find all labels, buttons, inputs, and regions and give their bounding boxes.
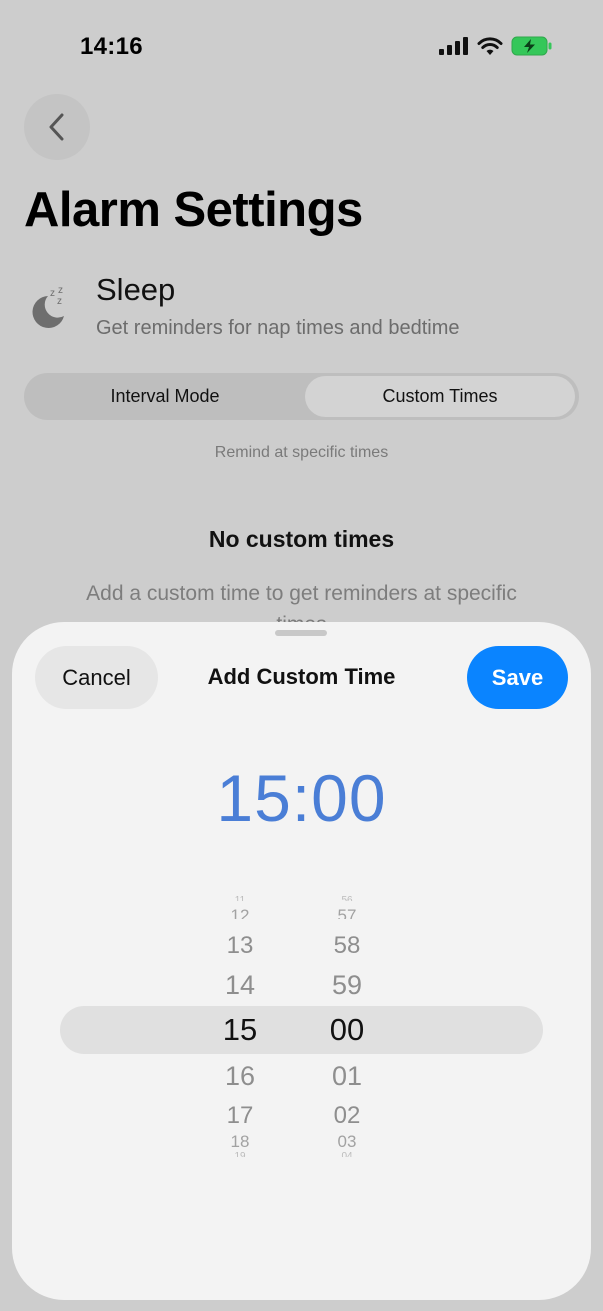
minute-option[interactable]: 04 xyxy=(317,1151,377,1157)
wifi-icon xyxy=(477,36,503,55)
hour-option[interactable]: 17 xyxy=(210,1102,270,1130)
cellular-signal-icon xyxy=(439,37,468,55)
selected-time-display: 15:00 xyxy=(216,761,387,835)
custom-times-tab[interactable]: Custom Times xyxy=(305,376,575,417)
minute-option[interactable]: 58 xyxy=(317,932,377,960)
minute-option-selected[interactable]: 00 xyxy=(317,1012,377,1048)
svg-text:z: z xyxy=(57,296,62,307)
hour-option[interactable]: 16 xyxy=(210,1061,270,1092)
minute-option[interactable]: 57 xyxy=(317,906,377,919)
status-bar-time: 14:16 xyxy=(80,33,143,60)
empty-state-title: No custom times xyxy=(208,526,395,552)
sleep-subtitle: Get reminders for nap times and bedtime xyxy=(96,317,460,339)
save-button[interactable]: Save xyxy=(467,646,568,709)
hour-option[interactable]: 11 xyxy=(210,895,270,901)
sleep-title: Sleep xyxy=(96,272,176,307)
svg-text:z: z xyxy=(58,285,63,296)
add-custom-time-sheet: Cancel Add Custom Time Save 15:00 11 12 … xyxy=(12,622,591,1300)
hour-option-selected[interactable]: 15 xyxy=(210,1012,270,1048)
minute-option[interactable]: 59 xyxy=(317,970,377,1001)
hour-option[interactable]: 14 xyxy=(210,970,270,1001)
mode-segmented-control: Interval Mode Custom Times xyxy=(24,373,579,420)
svg-text:z: z xyxy=(50,288,55,299)
battery-charging-icon xyxy=(511,36,552,56)
mode-caption: Remind at specific times xyxy=(214,444,389,461)
minute-option[interactable]: 03 xyxy=(317,1132,377,1147)
status-icons xyxy=(439,36,553,56)
sheet-grabber[interactable] xyxy=(275,630,327,636)
minute-option[interactable]: 56 xyxy=(317,895,377,901)
hour-option[interactable]: 18 xyxy=(210,1132,270,1147)
chevron-left-icon xyxy=(49,113,64,141)
picker-selection-band xyxy=(60,1006,543,1054)
interval-mode-tab[interactable]: Interval Mode xyxy=(27,376,303,417)
hour-option[interactable]: 13 xyxy=(210,932,270,960)
back-button[interactable] xyxy=(24,94,90,160)
hour-option[interactable]: 12 xyxy=(210,906,270,919)
moon-sleep-icon: z z z xyxy=(32,285,64,328)
page-title: Alarm Settings xyxy=(24,183,363,237)
hour-option[interactable]: 19 xyxy=(210,1151,270,1157)
minute-option[interactable]: 01 xyxy=(317,1061,377,1092)
minute-option[interactable]: 02 xyxy=(317,1102,377,1130)
